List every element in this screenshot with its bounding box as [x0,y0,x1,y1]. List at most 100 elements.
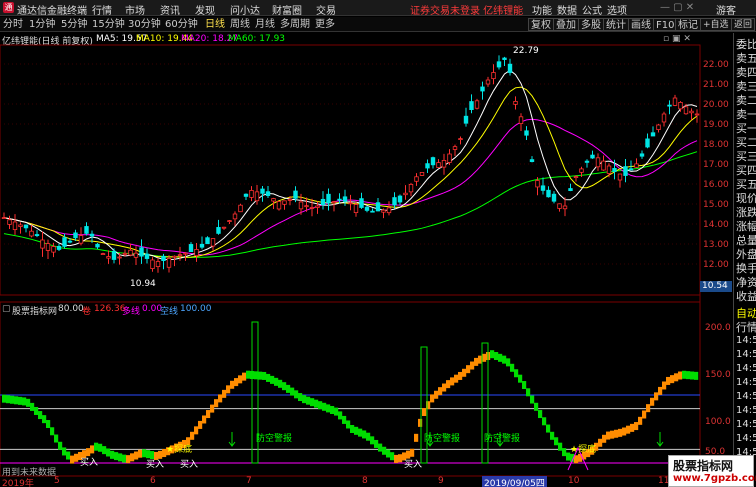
indicator-segment [666,376,671,385]
candle-body [315,205,320,208]
candle-body [595,157,601,168]
candle-body [683,106,689,115]
candle-body [216,227,221,234]
indicator-segment [474,357,479,366]
candle-body [238,204,243,213]
tick-time: 14:50 [736,363,756,374]
indicator-segment [418,418,423,427]
tick-time: 14:50 [736,419,756,430]
indicator-segment [258,371,263,380]
indicator-segment [202,415,207,424]
candle-body [524,130,529,136]
indicator-segment [674,373,679,382]
indicator-segment [490,350,495,359]
indicator-segment [138,449,143,458]
indicator-segment [378,443,383,452]
candle-body [194,248,199,257]
candle-body [304,205,309,208]
candle-body [18,224,23,227]
candle-body [507,63,513,73]
indicator-segment [70,455,75,464]
indicator-segment [462,368,467,377]
candle-body [260,188,265,194]
indicator-segment [126,455,131,464]
indicator-segment [110,450,115,459]
indicator-segment [598,438,603,447]
candle-body [111,250,117,260]
indicator-segment [58,441,63,450]
candle-body [100,253,106,256]
candle-body [414,176,419,182]
indicator-segment [518,374,523,383]
y-tick: 12.00 [703,260,729,270]
date-label: 8 [362,476,368,486]
candle-body [276,201,282,210]
indicator-segment [18,396,23,405]
indicator-segment [366,432,371,441]
main-chart-frame [0,44,701,296]
candle-body [650,132,656,137]
indicator-segment [482,353,487,362]
candle-body [612,168,617,172]
candle-body [639,153,645,157]
indicator-segment [290,387,295,396]
indicator-segment [438,387,443,396]
candle-body [672,97,678,106]
indicator-segment [302,395,307,404]
indicator-segment [606,431,611,440]
indicator-segment [526,388,531,397]
candle-body [29,230,34,237]
candle-body [326,193,331,204]
indicator-segment [338,411,343,420]
candle-body [166,257,172,268]
candle-body [232,213,238,220]
low-price-label: 10.94 [130,279,156,289]
indicator-segment [22,397,27,406]
indicator-segment [226,385,231,394]
indicator-segment [122,454,127,463]
indicator-segment [230,380,235,389]
indicator-segment [218,394,223,403]
indicator-segment [210,404,215,413]
indicator-segment [690,371,695,380]
candle-body [23,224,29,229]
candle-body [199,243,205,248]
candle-body [667,104,672,107]
candle-body [480,86,485,92]
indicator-toggle-icon[interactable]: ▢ [2,304,11,314]
y-tick: 15.00 [703,200,729,210]
candle-body [623,166,628,176]
indicator-segment [38,411,43,420]
indicator-segment [350,425,355,433]
candle-body [546,189,551,198]
indicator-segment [642,410,647,419]
candle-body [617,173,623,181]
candle-body [161,255,166,262]
candle-body [320,198,326,205]
indicator-segment [262,371,267,380]
quote-tab[interactable]: 行情 [736,319,756,335]
candle-body [469,101,474,110]
indicator-segment [622,427,627,436]
indicator-segment [554,437,559,446]
indicator-segment [514,369,519,378]
candle-body [282,200,287,205]
candle-body [95,243,100,248]
indicator-segment [118,453,123,462]
indicator-segment [634,422,639,431]
candle-body [7,219,12,225]
buy-signal: 买入 [180,460,199,470]
candle-body [408,183,414,193]
indicator-segment [558,442,563,451]
indicator-segment [106,448,111,457]
candle-body [364,206,370,211]
tick-time: 14:50 [736,391,756,402]
candle-body [590,154,595,159]
candle-body [73,232,78,239]
candle-body [337,198,342,201]
buy-signal: 买入 [146,460,165,470]
candle-body [128,249,133,256]
candle-body [403,192,408,196]
down-arrow-icon [656,432,664,447]
candle-body [309,207,315,209]
